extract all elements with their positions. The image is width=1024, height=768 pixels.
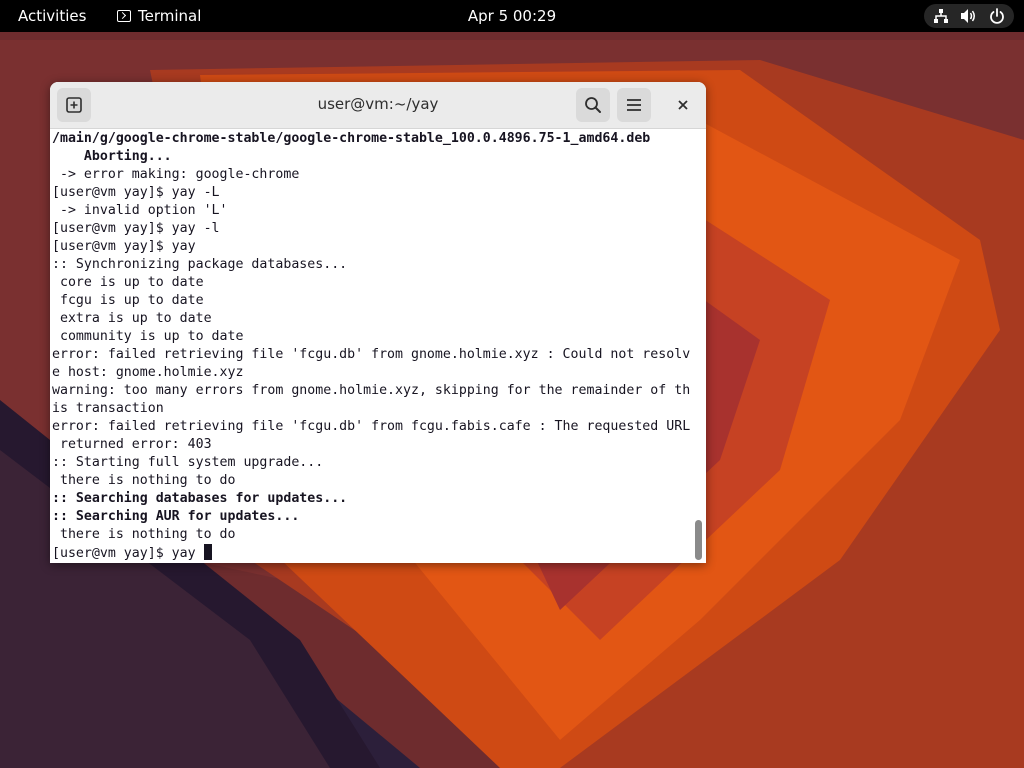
power-icon	[989, 8, 1004, 24]
system-tray[interactable]	[924, 4, 1014, 28]
terminal-window[interactable]: user@vm:~/yay /main/g/google-chrome-stab…	[50, 82, 706, 563]
terminal-line: warning: too many errors from gnome.holm…	[52, 383, 690, 398]
terminal-prompt-line: [user@vm yay]$ yay	[52, 544, 690, 562]
terminal-line: :: Starting full system upgrade...	[52, 455, 324, 470]
top-bar: Activities Terminal Apr 5 00:29	[0, 0, 1024, 32]
terminal-line: :: Searching AUR for updates...	[52, 509, 300, 524]
terminal-output[interactable]: /main/g/google-chrome-stable/google-chro…	[50, 129, 690, 563]
terminal-line: there is nothing to do	[52, 527, 236, 542]
new-tab-button[interactable]	[57, 88, 91, 122]
terminal-line: [user@vm yay]$ yay -l	[52, 221, 220, 236]
close-button[interactable]	[666, 88, 700, 122]
search-icon	[585, 97, 601, 113]
terminal-line: -> invalid option 'L'	[52, 203, 228, 218]
close-icon	[678, 100, 688, 110]
terminal-line: e host: gnome.holmie.xyz	[52, 365, 244, 380]
menu-button[interactable]	[617, 88, 651, 122]
terminal-line: core is up to date	[52, 275, 204, 290]
terminal-line: :: Synchronizing package databases...	[52, 257, 348, 272]
terminal-line: /main/g/google-chrome-stable/google-chro…	[52, 131, 651, 146]
app-menu-label: Terminal	[138, 7, 202, 25]
terminal-line: :: Searching databases for updates...	[52, 491, 348, 506]
terminal-scrollbar[interactable]	[695, 520, 702, 560]
app-menu-terminal[interactable]: Terminal	[117, 7, 201, 25]
terminal-line: [user@vm yay]$ yay	[52, 239, 196, 254]
menu-icon	[627, 99, 641, 111]
terminal-line: is transaction	[52, 401, 164, 416]
search-button[interactable]	[576, 88, 610, 122]
new-tab-icon	[66, 97, 82, 113]
terminal-line: Aborting...	[52, 149, 172, 164]
terminal-line: error: failed retrieving file 'fcgu.db' …	[52, 347, 690, 362]
terminal-line: there is nothing to do	[52, 473, 236, 488]
terminal-line: community is up to date	[52, 329, 244, 344]
terminal-line: fcgu is up to date	[52, 293, 204, 308]
terminal-cursor	[203, 544, 212, 560]
terminal-line: error: failed retrieving file 'fcgu.db' …	[52, 419, 690, 434]
terminal-line: -> error making: google-chrome	[52, 167, 300, 182]
terminal-prompt: [user@vm yay]$ yay	[52, 546, 204, 561]
activities-button[interactable]: Activities	[18, 7, 86, 25]
terminal-icon	[117, 10, 131, 22]
terminal-line: returned error: 403	[52, 437, 212, 452]
volume-icon	[960, 9, 975, 23]
terminal-line: [user@vm yay]$ yay -L	[52, 185, 220, 200]
terminal-line: extra is up to date	[52, 311, 212, 326]
terminal-header-bar[interactable]: user@vm:~/yay	[50, 82, 706, 129]
network-icon	[934, 9, 949, 23]
clock[interactable]: Apr 5 00:29	[468, 7, 556, 25]
